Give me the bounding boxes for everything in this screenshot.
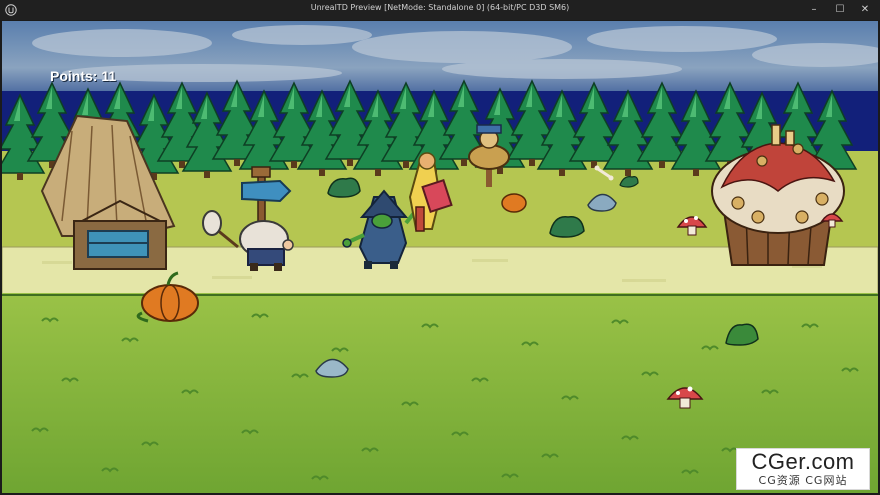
minimize-button[interactable]: –: [802, 0, 826, 20]
title-bar[interactable]: UnrealTD Preview [NetMode: Standalone 0]…: [0, 0, 880, 20]
watermark-brand: CGer.com: [751, 449, 855, 474]
watermark-logo: CGer.com CG资源 CG网站: [736, 448, 870, 490]
maximize-button[interactable]: ☐: [828, 0, 852, 20]
points-counter: Points: 11: [50, 68, 117, 84]
pumpkin-icon: [501, 193, 527, 213]
game-window: UnrealTD Preview [NetMode: Standalone 0]…: [0, 0, 880, 495]
window-title: UnrealTD Preview [NetMode: Standalone 0]…: [310, 3, 570, 12]
watermark-subtitle: CG资源 CG网站: [758, 474, 848, 487]
close-button[interactable]: ✕: [853, 0, 877, 20]
game-viewport[interactable]: Points: 11 CGer.com CG资源 CG网站: [2, 21, 878, 493]
game-scene: [2, 21, 878, 493]
